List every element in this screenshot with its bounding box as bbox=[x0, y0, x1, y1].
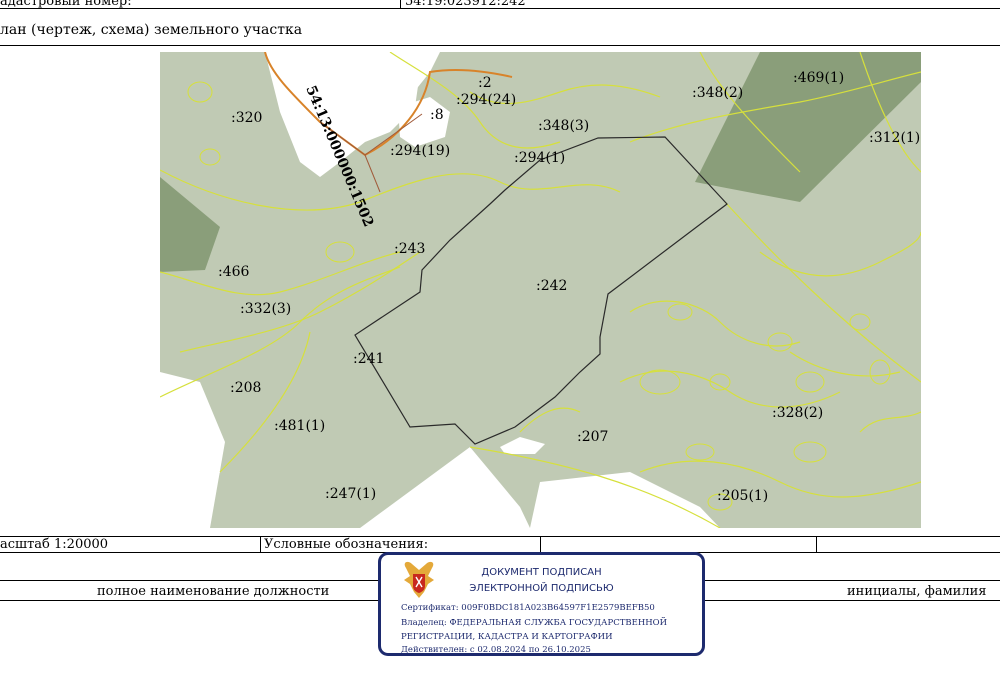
stamp-validity: Действителен: с 02.08.2024 по 26.10.2025 bbox=[401, 645, 591, 655]
stamp-title-line-1: ДОКУМЕНТ ПОДПИСАН bbox=[481, 567, 602, 578]
parcel-label: :207 bbox=[577, 429, 608, 445]
row-border bbox=[0, 536, 1000, 537]
cell-divider bbox=[260, 536, 261, 552]
legend-label: Условные обозначения: bbox=[264, 537, 429, 552]
parcel-label: :348(2) bbox=[692, 85, 743, 101]
stamp-title-line-2: ЭЛЕКТРОННОЙ ПОДПИСЬЮ bbox=[469, 583, 614, 594]
map-svg: :2 :294(24) :348(2) :469(1) :8 :320 :348… bbox=[160, 52, 921, 528]
parcel-label: :8 bbox=[430, 107, 444, 123]
parcel-label: :242 bbox=[536, 278, 567, 294]
parcel-label: :312(1) bbox=[869, 130, 920, 146]
cadastral-map[interactable]: :2 :294(24) :348(2) :469(1) :8 :320 :348… bbox=[160, 52, 921, 528]
stamp-owner-line-1: Владелец: ФЕДЕРАЛЬНАЯ СЛУЖБА ГОСУДАРСТВЕ… bbox=[401, 618, 668, 628]
parcel-label: :241 bbox=[353, 351, 384, 367]
parcel-label: :205(1) bbox=[717, 488, 768, 504]
plan-title: лан (чертеж, схема) земельного участка bbox=[0, 22, 303, 38]
parcel-label: :243 bbox=[394, 241, 425, 257]
cell-divider bbox=[400, 0, 401, 8]
parcel-label: :294(19) bbox=[390, 143, 450, 159]
parcel-label: :320 bbox=[231, 110, 262, 126]
parcel-label: :208 bbox=[230, 380, 261, 396]
cell-divider bbox=[816, 536, 817, 552]
scale-label: асштаб 1:20000 bbox=[0, 537, 109, 552]
position-label: полное наименование должности bbox=[97, 584, 330, 599]
parcel-label: :469(1) bbox=[793, 70, 844, 86]
stamp-certificate: Сертификат: 009F0BDC181A023B64597F1E2579… bbox=[401, 603, 655, 613]
initials-label: инициалы, фамилия bbox=[847, 584, 987, 599]
cadastral-number-value: 54:19:023912:242 bbox=[405, 0, 526, 9]
cell-divider bbox=[540, 536, 541, 552]
stamp-owner-line-2: РЕГИСТРАЦИИ, КАДАСТРА И КАРТОГРАФИИ bbox=[401, 632, 613, 642]
parcel-label: :348(3) bbox=[538, 118, 589, 134]
parcel-label: :332(3) bbox=[240, 301, 291, 317]
parcel-label: :294(24) bbox=[456, 92, 516, 108]
parcel-label: :247(1) bbox=[325, 486, 376, 502]
row-border bbox=[0, 45, 1000, 46]
parcel-label: :294(1) bbox=[514, 150, 565, 166]
parcel-label: :481(1) bbox=[274, 418, 325, 434]
signature-stamp: ДОКУМЕНТ ПОДПИСАН ЭЛЕКТРОННОЙ ПОДПИСЬЮ С… bbox=[378, 552, 705, 656]
cadastral-number-label: адастровый номер: bbox=[0, 0, 132, 9]
parcel-label: :2 bbox=[478, 75, 492, 91]
parcel-label: :328(2) bbox=[772, 405, 823, 421]
parcel-label: :466 bbox=[218, 264, 250, 280]
